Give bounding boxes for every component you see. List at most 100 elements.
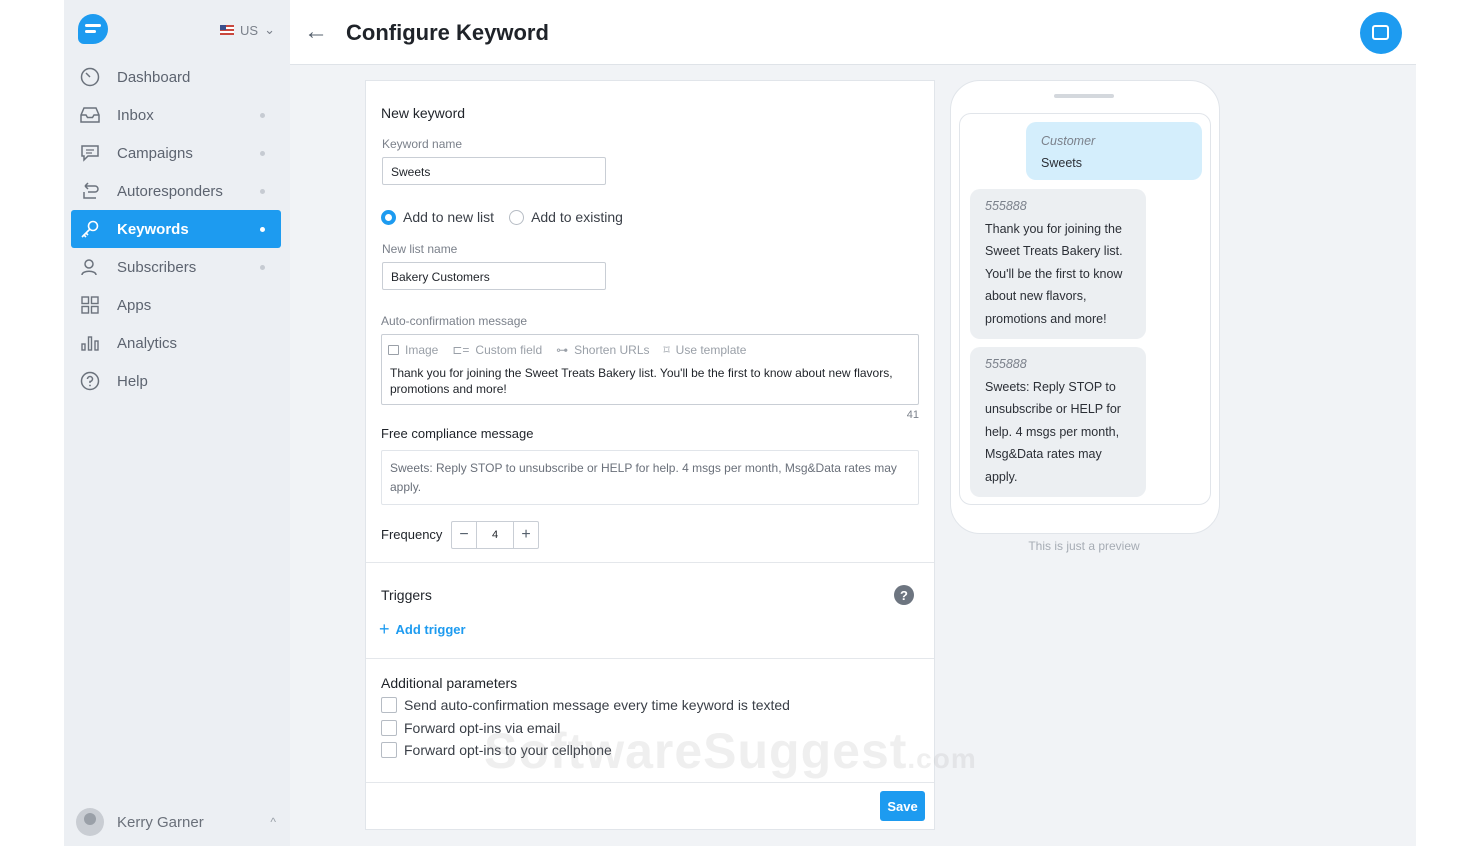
us-flag-icon: [220, 25, 234, 35]
plus-icon: +: [379, 619, 390, 639]
sidebar-item-label: Subscribers: [117, 258, 197, 276]
sidebar-item-analytics[interactable]: Analytics: [71, 324, 281, 362]
add-trigger-label: Add trigger: [395, 622, 466, 637]
frequency-stepper: − 4 +: [451, 521, 539, 549]
bookmark-icon: ⌑: [663, 343, 670, 357]
watermark-main: SoftwareSuggest: [484, 723, 908, 779]
radio-add-existing[interactable]: [509, 209, 525, 225]
link-icon: ⊶: [556, 343, 569, 357]
status-dot: [260, 264, 265, 270]
subscribers-icon: [79, 256, 101, 278]
new-list-label: New list name: [382, 242, 458, 256]
app-window: US ⌄ Dashboard Inbox Campaigns Autorespo…: [64, 0, 1416, 846]
image-tool-label: Image: [405, 343, 439, 357]
checkbox-resend-confirm[interactable]: Send auto-confirmation message every tim…: [381, 697, 790, 713]
dashboard-icon: [79, 66, 101, 88]
radio-new-list[interactable]: [381, 209, 396, 225]
region-selector[interactable]: US ⌄: [220, 22, 275, 38]
sidebar-item-label: Autoresponders: [117, 182, 223, 200]
sidebar-item-label: Analytics: [117, 334, 178, 352]
sidebar-item-label: Inbox: [117, 106, 154, 124]
sidebar-item-label: Apps: [117, 296, 152, 314]
question-icon[interactable]: ?: [894, 585, 914, 605]
radio-add-existing-label[interactable]: Add to existing: [531, 209, 623, 225]
sidebar-item-keywords[interactable]: Keywords: [71, 210, 281, 248]
chevron-down-icon: ⌄: [264, 22, 275, 37]
preview-note: This is just a preview: [1028, 539, 1140, 553]
additional-title: Additional parameters: [381, 675, 518, 691]
watermark: SoftwareSuggest.com: [484, 722, 977, 780]
app-logo[interactable]: [78, 14, 108, 44]
divider: [366, 782, 934, 783]
keyword-form-card: New keyword Keyword name Sweets Add to n…: [365, 80, 935, 830]
triggers-title: Triggers: [381, 587, 432, 603]
increment-button[interactable]: +: [514, 522, 538, 548]
checkbox-label: Send auto-confirmation message every tim…: [404, 697, 790, 713]
auto-confirm-editor[interactable]: Image ⊏= Custom field ⊶ Shorten URLs ⌑ Use …: [381, 334, 919, 405]
shorten-urls-label: Shorten URLs: [574, 343, 650, 357]
chevron-up-icon: ^: [270, 815, 276, 829]
reply-message-bubble: 555888 Sweets: Reply STOP to unsubscribe…: [970, 347, 1146, 497]
user-menu[interactable]: Kerry Garner ^: [76, 808, 276, 836]
sidebar-item-inbox[interactable]: Inbox: [71, 96, 281, 134]
checkbox[interactable]: [381, 742, 397, 758]
back-arrow-icon[interactable]: ←: [304, 18, 328, 46]
checkbox[interactable]: [381, 697, 397, 713]
chat-support-button[interactable]: [1360, 12, 1402, 54]
help-icon: [79, 370, 101, 392]
custom-field-tool[interactable]: ⊏= Custom field: [452, 343, 542, 357]
sidebar-item-label: Help: [117, 372, 148, 390]
apps-grid-icon: [79, 294, 101, 316]
message-sender: 555888: [985, 357, 1027, 371]
save-button[interactable]: Save: [880, 791, 925, 821]
phone-screen: Customer Sweets 555888 Thank you for joi…: [959, 113, 1211, 505]
message-text: Sweets: [1041, 156, 1082, 170]
sidebar-item-help[interactable]: Help: [71, 362, 281, 400]
message-sender: 555888: [985, 199, 1027, 213]
status-dot: [260, 188, 265, 194]
editor-toolbar: Image ⊏= Custom field ⊶ Shorten URLs ⌑ Use …: [388, 343, 746, 357]
checkbox[interactable]: [381, 720, 397, 736]
sidebar-item-apps[interactable]: Apps: [71, 286, 281, 324]
page-title: Configure Keyword: [346, 20, 549, 45]
divider: [366, 562, 934, 563]
sidebar-nav: Dashboard Inbox Campaigns Autoresponders…: [71, 58, 281, 400]
sidebar-item-autoresponders[interactable]: Autoresponders: [71, 172, 281, 210]
auto-confirm-text[interactable]: Thank you for joining the Sweet Treats B…: [390, 365, 910, 397]
sidebar-item-dashboard[interactable]: Dashboard: [71, 58, 281, 96]
inbox-icon: [79, 104, 101, 126]
frequency-value[interactable]: 4: [476, 522, 514, 548]
analytics-icon: [79, 332, 101, 354]
section-title: New keyword: [381, 105, 466, 121]
phone-speaker: [1054, 94, 1114, 98]
key-icon: [79, 218, 101, 240]
message-text: Sweets: Reply STOP to unsubscribe or HEL…: [985, 379, 1121, 484]
custom-field-icon: ⊏=: [452, 343, 470, 357]
add-trigger-button[interactable]: + Add trigger: [379, 619, 466, 640]
region-label: US: [240, 22, 259, 38]
radio-new-list-label[interactable]: Add to new list: [403, 209, 494, 225]
reply-message-bubble: 555888 Thank you for joining the Sweet T…: [970, 189, 1146, 339]
new-list-input[interactable]: Bakery Customers: [382, 262, 606, 290]
use-template-tool[interactable]: ⌑ Use template: [664, 343, 747, 357]
user-name: Kerry Garner: [117, 813, 204, 831]
char-counter: 41: [906, 409, 919, 421]
phone-preview: Customer Sweets 555888 Thank you for joi…: [950, 80, 1220, 534]
custom-field-label: Custom field: [475, 343, 543, 357]
frequency-label: Frequency: [381, 527, 443, 542]
image-tool[interactable]: Image: [388, 343, 438, 357]
image-icon: [388, 345, 399, 355]
sidebar-item-subscribers[interactable]: Subscribers: [71, 248, 281, 286]
list-choice-group: Add to new list Add to existing: [381, 209, 623, 225]
sidebar-item-campaigns[interactable]: Campaigns: [71, 134, 281, 172]
customer-message-bubble: Customer Sweets: [1026, 122, 1202, 180]
sidebar-item-label: Campaigns: [117, 144, 193, 162]
keyword-name-input[interactable]: Sweets: [382, 157, 606, 185]
message-text: Thank you for joining the Sweet Treats B…: [985, 221, 1123, 326]
compliance-label: Free compliance message: [381, 426, 534, 441]
decrement-button[interactable]: −: [452, 522, 476, 548]
campaigns-icon: [79, 142, 101, 164]
shorten-urls-tool[interactable]: ⊶ Shorten URLs: [556, 343, 649, 357]
sidebar: US ⌄ Dashboard Inbox Campaigns Autorespo…: [64, 0, 290, 846]
status-dot: [260, 150, 265, 156]
